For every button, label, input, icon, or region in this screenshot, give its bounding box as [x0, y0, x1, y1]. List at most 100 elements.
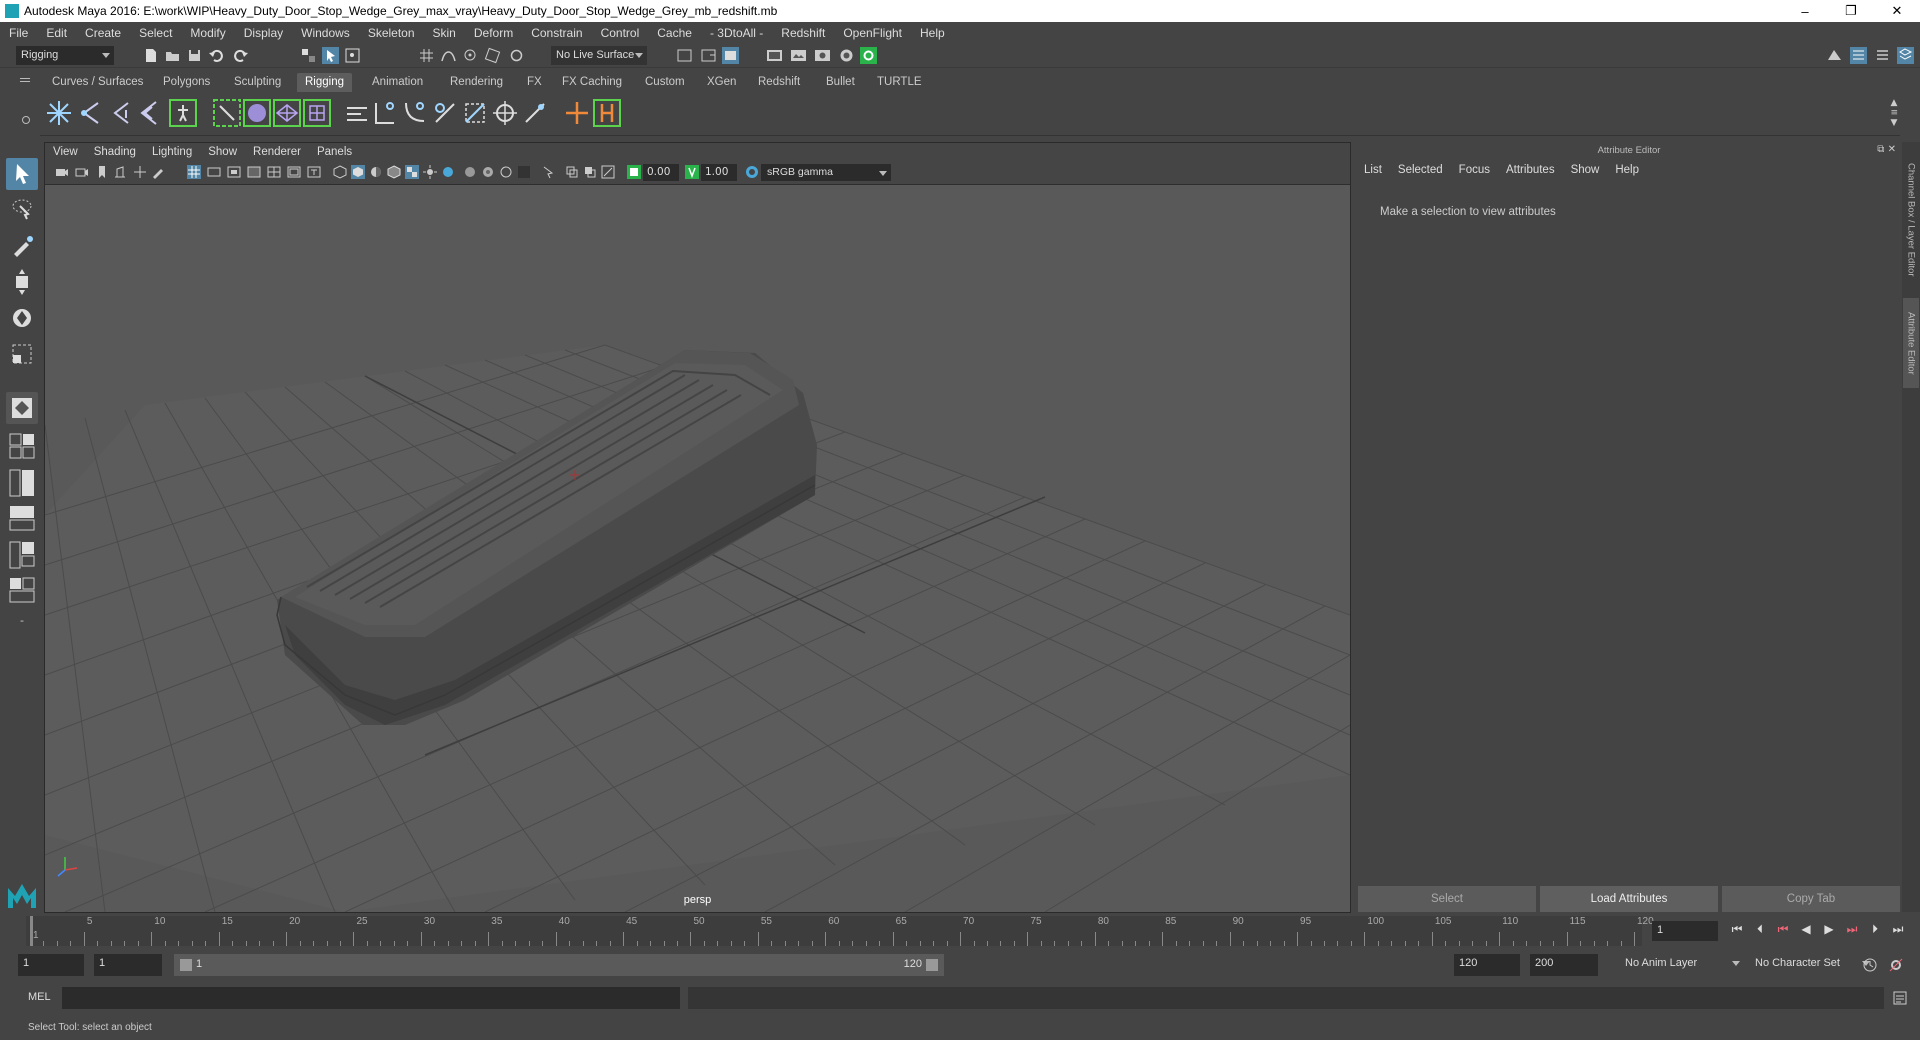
step-back-key-button[interactable]: ⏮: [1776, 922, 1790, 936]
anim-layer-dropdown[interactable]: No Anim Layer: [1620, 954, 1744, 976]
depth-of-field-icon[interactable]: [517, 165, 531, 179]
tab-attribute-editor[interactable]: Attribute Editor: [1903, 298, 1919, 388]
attr-menu-show[interactable]: Show: [1563, 164, 1608, 184]
command-input[interactable]: [62, 987, 680, 1009]
load-attributes-button[interactable]: Load Attributes: [1540, 886, 1718, 912]
select-tool-button[interactable]: [6, 158, 38, 190]
menu-create[interactable]: Create: [76, 26, 130, 40]
lattice-deformer-icon[interactable]: [302, 98, 332, 128]
scale-constraint-icon[interactable]: [460, 98, 490, 128]
attr-menu-list[interactable]: List: [1356, 164, 1390, 184]
show-attribute-editor-icon[interactable]: [1850, 47, 1867, 64]
show-channel-box-icon[interactable]: [1897, 47, 1914, 64]
exposure-icon[interactable]: [627, 165, 641, 179]
select-by-component-icon[interactable]: [344, 47, 361, 64]
playback-start-field[interactable]: 1: [94, 954, 162, 976]
ik-handle-icon[interactable]: [212, 98, 242, 128]
tab-redshift[interactable]: Redshift: [750, 73, 808, 92]
smooth-bind-icon[interactable]: [272, 98, 302, 128]
play-forwards-button[interactable]: ▶: [1822, 922, 1836, 936]
animation-start-field[interactable]: 1: [18, 954, 84, 976]
auto-key-icon[interactable]: [1862, 957, 1878, 973]
make-live-icon[interactable]: [508, 47, 525, 64]
tab-turtle[interactable]: TURTLE: [869, 73, 930, 92]
maximize-button[interactable]: ❐: [1828, 0, 1874, 22]
view-transform-dropdown[interactable]: sRGB gamma: [761, 164, 891, 181]
hypershade-icon[interactable]: [838, 47, 855, 64]
hik-character-icon[interactable]: [592, 98, 622, 128]
command-language-label[interactable]: MEL: [28, 991, 51, 1003]
gate-mask-icon[interactable]: [247, 165, 261, 179]
tab-bullet[interactable]: Bullet: [818, 73, 863, 92]
tab-rendering[interactable]: Rendering: [442, 73, 511, 92]
use-all-lights-icon[interactable]: [423, 165, 437, 179]
tab-xgen[interactable]: XGen: [699, 73, 744, 92]
viewport-menu-view[interactable]: View: [45, 146, 86, 158]
wireframe-icon[interactable]: [333, 165, 347, 179]
time-ruler[interactable]: 1 5 10 15 20 25 30 35 40 45 50 55 60 65 70 75 80 85 90 95 10…: [26, 916, 1654, 946]
menu-skeleton[interactable]: Skeleton: [359, 26, 424, 40]
range-slider[interactable]: 1 120: [174, 954, 944, 976]
ipr-render-icon[interactable]: [790, 47, 807, 64]
toolbox-collapse-button[interactable]: -: [6, 612, 38, 634]
menuset-dropdown[interactable]: Rigging: [16, 46, 114, 65]
two-d-pan-icon[interactable]: [133, 165, 147, 179]
menu-display[interactable]: Display: [235, 26, 292, 40]
step-forward-frame-button[interactable]: ⏵: [1868, 922, 1882, 936]
textured-icon[interactable]: [405, 165, 419, 179]
playback-end-field[interactable]: 120: [1454, 954, 1520, 976]
motion-blur-icon[interactable]: [481, 165, 495, 179]
render-frame-icon[interactable]: [766, 47, 783, 64]
minimize-button[interactable]: –: [1782, 0, 1828, 22]
open-scene-icon[interactable]: [164, 47, 181, 64]
menu-control[interactable]: Control: [592, 26, 649, 40]
time-slider[interactable]: 1 5 10 15 20 25 30 35 40 45 50 55 60 65 70 75 80 85 90 95 10…: [0, 915, 1920, 947]
viewport-menu-panels[interactable]: Panels: [309, 146, 360, 158]
viewport-menu-shading[interactable]: Shading: [86, 146, 144, 158]
output-ops-icon[interactable]: [700, 47, 717, 64]
shadows-icon[interactable]: [441, 165, 455, 179]
save-scene-icon[interactable]: [186, 47, 203, 64]
xray-active-components-icon[interactable]: [583, 165, 597, 179]
aim-constraint-icon[interactable]: [490, 98, 520, 128]
viewport-scene[interactable]: [45, 185, 1350, 912]
render-settings-icon[interactable]: [814, 47, 831, 64]
scale-tool-button[interactable]: [6, 338, 38, 370]
modeling-toolkit-icon[interactable]: [1826, 47, 1843, 64]
viewport-menu-lighting[interactable]: Lighting: [144, 146, 200, 158]
menu-redshift[interactable]: Redshift: [772, 26, 834, 40]
menu-3dtoall[interactable]: - 3DtoAll -: [701, 26, 772, 40]
menu-openflight[interactable]: OpenFlight: [834, 26, 911, 40]
gamma-icon[interactable]: [685, 165, 699, 179]
attr-menu-focus[interactable]: Focus: [1451, 164, 1498, 184]
tab-fx[interactable]: FX: [519, 73, 550, 92]
orient-constraint-icon[interactable]: [430, 98, 460, 128]
new-scene-icon[interactable]: [142, 47, 159, 64]
snap-point-icon[interactable]: [462, 47, 479, 64]
shelf-settings-icon[interactable]: [22, 116, 30, 124]
smooth-shade-icon[interactable]: [351, 165, 365, 179]
shelf-scroll-arrows[interactable]: ▲ ≡ ▼: [1890, 98, 1898, 128]
bind-skin-icon[interactable]: [242, 98, 272, 128]
attr-menu-attributes[interactable]: Attributes: [1498, 164, 1563, 184]
cluster-icon[interactable]: [342, 98, 372, 128]
camera-attributes-icon[interactable]: [75, 165, 89, 179]
animation-preferences-icon[interactable]: [1888, 957, 1904, 973]
attr-menu-help[interactable]: Help: [1607, 164, 1647, 184]
layout-outliner-button[interactable]: [6, 576, 38, 606]
xray-icon[interactable]: [565, 165, 579, 179]
gamma-field[interactable]: 1.00: [701, 164, 737, 181]
create-joints-icon[interactable]: [44, 98, 74, 128]
tab-animation[interactable]: Animation: [364, 73, 431, 92]
quick-rig-icon[interactable]: [168, 98, 198, 128]
xray-joints-icon[interactable]: [601, 165, 615, 179]
tab-curves-surfaces[interactable]: Curves / Surfaces: [44, 73, 151, 92]
parent-constraint-icon[interactable]: [370, 98, 400, 128]
locator-icon[interactable]: [562, 98, 592, 128]
range-end-handle[interactable]: [926, 959, 938, 971]
live-surface-field[interactable]: No Live Surface: [551, 46, 647, 65]
tab-polygons[interactable]: Polygons: [155, 73, 218, 92]
tab-custom[interactable]: Custom: [637, 73, 693, 92]
construction-history-icon[interactable]: [722, 47, 739, 64]
image-plane-icon[interactable]: [113, 165, 127, 179]
